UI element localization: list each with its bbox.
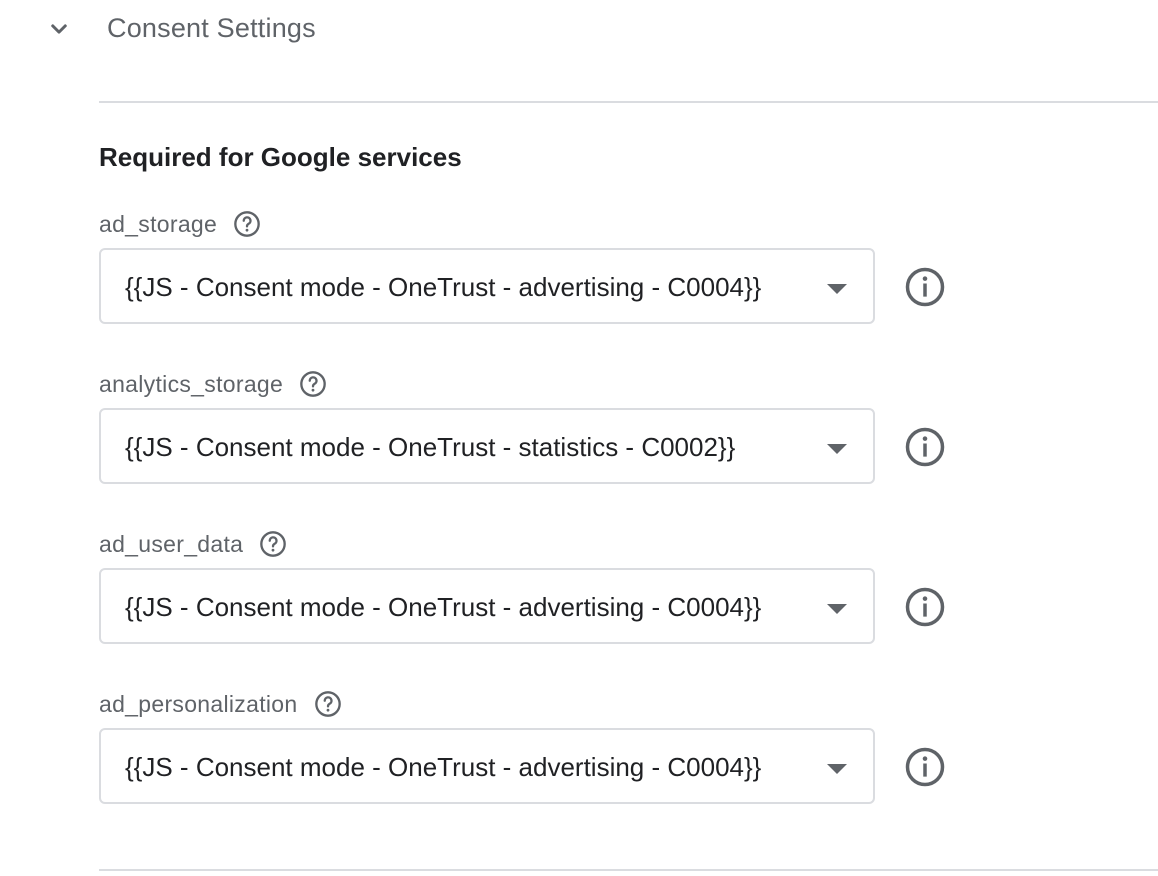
chevron-down-icon[interactable] xyxy=(44,14,74,44)
info-icon[interactable] xyxy=(904,266,946,308)
field-label: analytics_storage xyxy=(99,370,284,397)
field-label-row: ad_personalization xyxy=(99,688,342,720)
dropdown-arrow-icon xyxy=(827,764,847,774)
bottom-divider xyxy=(99,869,1158,871)
ad-user-data-select[interactable]: {{JS - Consent mode - OneTrust - adverti… xyxy=(99,568,875,644)
consent-settings-page: Consent Settings Required for Google ser… xyxy=(0,0,1158,876)
ad-storage-select[interactable]: {{JS - Consent mode - OneTrust - adverti… xyxy=(99,248,875,324)
field-label-row: analytics_storage xyxy=(99,368,327,400)
dropdown-arrow-icon xyxy=(827,604,847,614)
field-label: ad_storage xyxy=(99,210,218,237)
consent-field-ad-personalization: ad_personalization {{JS - Consent mode -… xyxy=(99,688,999,838)
dropdown-arrow-icon xyxy=(827,284,847,294)
help-icon[interactable] xyxy=(299,370,327,398)
consent-field-ad-storage: ad_storage {{JS - Consent mode - OneTrus… xyxy=(99,208,999,358)
consent-field-ad-user-data: ad_user_data {{JS - Consent mode - OneTr… xyxy=(99,528,999,678)
info-icon[interactable] xyxy=(904,586,946,628)
info-icon[interactable] xyxy=(904,426,946,468)
analytics-storage-select[interactable]: {{JS - Consent mode - OneTrust - statist… xyxy=(99,408,875,484)
ad-personalization-select[interactable]: {{JS - Consent mode - OneTrust - adverti… xyxy=(99,728,875,804)
field-label-row: ad_storage xyxy=(99,208,261,240)
select-value: {{JS - Consent mode - OneTrust - adverti… xyxy=(125,752,762,782)
section-title: Consent Settings xyxy=(107,13,316,43)
consent-field-analytics-storage: analytics_storage {{JS - Consent mode - … xyxy=(99,368,999,518)
top-divider xyxy=(99,101,1158,103)
help-icon[interactable] xyxy=(259,530,287,558)
select-value: {{JS - Consent mode - OneTrust - adverti… xyxy=(125,272,762,302)
help-icon[interactable] xyxy=(314,690,342,718)
dropdown-arrow-icon xyxy=(827,444,847,454)
field-label: ad_personalization xyxy=(99,690,298,717)
section-header[interactable]: Consent Settings xyxy=(0,0,1158,60)
select-value: {{JS - Consent mode - OneTrust - statist… xyxy=(125,432,736,462)
group-title: Required for Google services xyxy=(99,142,462,172)
field-label: ad_user_data xyxy=(99,530,244,557)
help-icon[interactable] xyxy=(233,210,261,238)
select-value: {{JS - Consent mode - OneTrust - adverti… xyxy=(125,592,762,622)
info-icon[interactable] xyxy=(904,746,946,788)
field-label-row: ad_user_data xyxy=(99,528,287,560)
